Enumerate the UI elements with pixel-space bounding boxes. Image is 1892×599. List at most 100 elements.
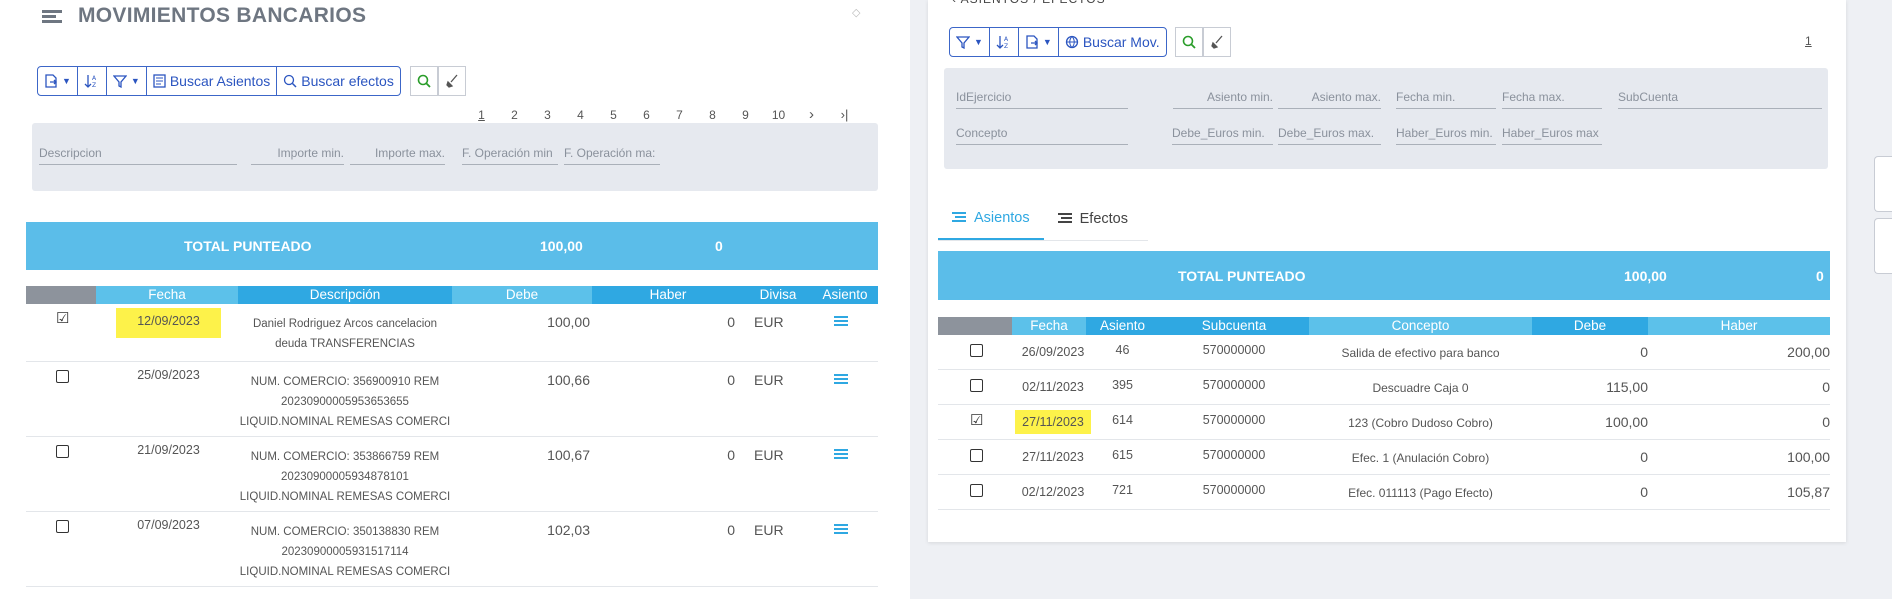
concepto-input[interactable]: Concepto — [956, 126, 1128, 145]
f-operacion-min-input[interactable]: F. Operación min — [462, 146, 558, 165]
page-title: MOVIMIENTOS BANCARIOS — [78, 4, 367, 27]
page-2-link[interactable]: 2 — [498, 108, 531, 122]
page-1-link[interactable]: 1 — [1805, 34, 1812, 48]
asiento-list-icon[interactable] — [834, 449, 848, 461]
table-row[interactable]: 07/09/2023 NUM. COMERCIO: 350138830 REM 20… — [26, 512, 878, 587]
right-table-header: Fecha Asiento Subcuenta Concepto Debe Ha… — [938, 317, 1830, 335]
debe-min-input[interactable]: Debe_Euros min. — [1172, 126, 1273, 145]
col-asiento[interactable]: Asiento — [812, 286, 878, 304]
fecha-cell: 02/12/2023 — [1021, 485, 1085, 499]
page-4-link[interactable]: 4 — [564, 108, 597, 122]
fecha-max-input[interactable]: Fecha max. — [1502, 90, 1602, 109]
export-button[interactable]: ▼ — [1019, 28, 1059, 56]
checkbox[interactable] — [56, 520, 69, 533]
pin-icon[interactable]: ◇ — [852, 6, 860, 19]
col-haber[interactable]: Haber — [1648, 317, 1830, 335]
divisa-cell: EUR — [754, 447, 784, 463]
haber-min-input[interactable]: Haber_Euros min. — [1396, 126, 1496, 145]
checkbox[interactable] — [56, 445, 69, 458]
table-row[interactable]: ☑ 27/11/2023 614 570000000 123 (Cobro Dudoso… — [938, 405, 1830, 440]
table-row[interactable]: ☑ 12/09/2023 Daniel Rodriguez Arcos cancel… — [26, 304, 878, 362]
importe-max-input[interactable]: Importe max. — [350, 146, 445, 165]
last-page-icon[interactable]: ›| — [828, 107, 861, 122]
asiento-list-icon[interactable] — [834, 316, 848, 328]
col-fecha[interactable]: Fecha — [96, 286, 238, 304]
asiento-list-icon[interactable] — [834, 374, 848, 386]
checkbox[interactable] — [56, 370, 69, 383]
checkbox[interactable] — [970, 484, 983, 497]
clear-button[interactable] — [1203, 27, 1231, 57]
haber-max-input[interactable]: Haber_Euros max — [1502, 126, 1602, 145]
checkbox-checked[interactable]: ☑ — [56, 311, 69, 326]
broom-icon — [1211, 35, 1223, 49]
debe-max-input[interactable]: Debe_Euros max. — [1278, 126, 1381, 145]
search-button[interactable] — [410, 66, 438, 96]
col-concepto[interactable]: Concepto — [1309, 317, 1532, 335]
side-widget[interactable] — [1874, 156, 1892, 212]
asiento-list-icon[interactable] — [834, 524, 848, 536]
col-asiento[interactable]: Asiento — [1086, 317, 1159, 335]
col-select — [26, 286, 96, 304]
checkbox-checked[interactable]: ☑ — [970, 413, 983, 428]
page-6-link[interactable]: 6 — [630, 108, 663, 122]
page-5-link[interactable]: 5 — [597, 108, 630, 122]
subcuenta-input[interactable]: SubCuenta — [1618, 90, 1822, 109]
col-descripcion[interactable]: Descripción — [238, 286, 452, 304]
menu-icon[interactable] — [42, 10, 62, 24]
sort-button[interactable]: AZ — [78, 67, 107, 95]
checkbox[interactable] — [970, 344, 983, 357]
filter-button[interactable]: ▼ — [950, 28, 990, 56]
f-operacion-max-input[interactable]: F. Operación ma: — [564, 146, 660, 165]
col-fecha[interactable]: Fecha — [1012, 317, 1086, 335]
page-8-link[interactable]: 8 — [696, 108, 729, 122]
filter-button[interactable]: ▼ — [107, 67, 147, 95]
buscar-asientos-button[interactable]: Buscar Asientos — [147, 67, 278, 95]
tab-efectos[interactable]: Efectos — [1044, 198, 1142, 240]
sort-button[interactable]: AZ — [990, 28, 1019, 56]
search-button[interactable] — [1175, 27, 1203, 57]
clear-button[interactable] — [438, 66, 466, 96]
haber-cell: 100,00 — [1787, 449, 1830, 465]
descripcion-input[interactable]: Descripcion — [39, 146, 237, 165]
table-row[interactable]: 21/09/2023 NUM. COMERCIO: 353866759 REM 20… — [26, 437, 878, 512]
divisa-cell: EUR — [754, 372, 784, 388]
table-row[interactable]: 27/11/2023 615 570000000 Efec. 1 (Anulación… — [938, 440, 1830, 475]
col-debe[interactable]: Debe — [1532, 317, 1648, 335]
importe-min-input[interactable]: Importe min. — [251, 146, 344, 165]
export-button[interactable]: ▼ — [38, 67, 78, 95]
checkbox[interactable] — [970, 449, 983, 462]
fecha-min-input[interactable]: Fecha min. — [1396, 90, 1496, 109]
page-9-link[interactable]: 9 — [729, 108, 762, 122]
globe-icon — [1065, 35, 1078, 49]
haber-cell: 0 — [727, 522, 735, 538]
descripcion-cell: NUM. COMERCIO: 356900910 REM 202309000059… — [238, 372, 452, 432]
tab-asientos[interactable]: Asientos — [938, 198, 1044, 240]
side-widget[interactable] — [1874, 218, 1892, 274]
table-row[interactable]: 02/11/2023 395 570000000 Descuadre Caja 0 11… — [938, 370, 1830, 405]
col-divisa[interactable]: Divisa — [744, 286, 812, 304]
next-page-icon[interactable]: › — [795, 106, 828, 123]
page-1-link[interactable]: 1 — [465, 108, 498, 122]
sort-az-icon: AZ — [84, 75, 97, 89]
col-debe[interactable]: Debe — [452, 286, 592, 304]
descripcion-line: LIQUID.NOMINAL REMESAS COMERCI — [239, 416, 451, 428]
buscar-mov-button[interactable]: Buscar Mov. — [1059, 28, 1166, 56]
col-haber[interactable]: Haber — [592, 286, 744, 304]
id-ejercicio-input[interactable]: IdEjercicio — [956, 90, 1128, 109]
export-icon — [1026, 35, 1038, 49]
asiento-max-input[interactable]: Asiento max. — [1278, 90, 1381, 109]
page-7-link[interactable]: 7 — [663, 108, 696, 122]
asiento-min-input[interactable]: Asiento min. — [1173, 90, 1273, 109]
right-toolbar: ▼ AZ ▼ Buscar Mov. — [949, 27, 1167, 57]
checkbox[interactable] — [970, 379, 983, 392]
page-10-link[interactable]: 10 — [762, 108, 795, 122]
caret-down-icon: ▼ — [974, 37, 983, 47]
buscar-efectos-button[interactable]: Buscar efectos — [277, 67, 400, 95]
table-row[interactable]: 02/12/2023 721 570000000 Efec. 011113 (Pago… — [938, 475, 1830, 510]
col-subcuenta[interactable]: Subcuenta — [1159, 317, 1309, 335]
table-row[interactable]: 26/09/2023 46 570000000 Salida de efectivo … — [938, 335, 1830, 370]
page-3-link[interactable]: 3 — [531, 108, 564, 122]
descripcion-line: LIQUID.NOMINAL REMESAS COMERCI — [239, 566, 451, 578]
debe-cell: 100,66 — [547, 372, 590, 388]
table-row[interactable]: 25/09/2023 NUM. COMERCIO: 356900910 REM 20… — [26, 362, 878, 437]
